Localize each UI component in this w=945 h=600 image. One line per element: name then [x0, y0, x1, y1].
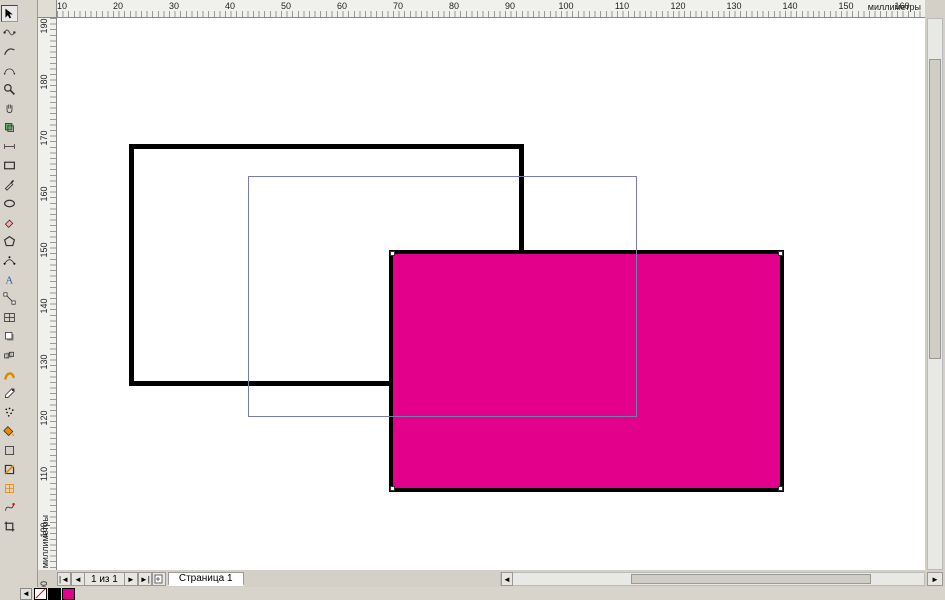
- ruler-tick-h: 120: [670, 1, 685, 11]
- scroll-right-button[interactable]: ►: [927, 572, 943, 586]
- ruler-tick-h: 140: [782, 1, 797, 11]
- spray-tool[interactable]: [1, 404, 18, 421]
- mesh-tool[interactable]: [1, 480, 18, 497]
- ruler-tick-v: 140: [39, 298, 49, 313]
- ruler-tick-h: 130: [726, 1, 741, 11]
- page-indicator: 1 из 1: [85, 572, 124, 586]
- drop-shadow-tool[interactable]: [1, 328, 18, 345]
- outline-tool[interactable]: [1, 461, 18, 478]
- table-tool[interactable]: [1, 309, 18, 326]
- ruler-corner: [38, 0, 57, 18]
- vertical-scrollbar[interactable]: [927, 18, 943, 570]
- ruler-tick-v: 120: [39, 410, 49, 425]
- ruler-tick-h: 50: [281, 1, 291, 11]
- ruler-tick-v: 190: [39, 18, 49, 33]
- ruler-tick-v: 130: [39, 354, 49, 369]
- ruler-tick-h: 60: [337, 1, 347, 11]
- rect-thin-blue-outline[interactable]: [248, 176, 637, 417]
- horizontal-ruler[interactable]: 102030405060708090100110120130140150160: [57, 0, 925, 18]
- eraser-tool[interactable]: [1, 214, 18, 231]
- swatch-black[interactable]: [48, 588, 61, 600]
- vertical-ruler[interactable]: 19018017016015014013012011010090: [38, 18, 57, 570]
- pan-tool[interactable]: [1, 100, 18, 117]
- ruler-tick-h: 80: [449, 1, 459, 11]
- ruler-tick-h: 20: [113, 1, 123, 11]
- selection-handle-ne[interactable]: [778, 251, 783, 256]
- swatch-none[interactable]: [34, 588, 47, 600]
- connector-tool[interactable]: [1, 290, 18, 307]
- three-pt-curve-tool[interactable]: [1, 252, 18, 269]
- ruler-tick-h: 150: [838, 1, 853, 11]
- ruler-tick-v: 150: [39, 242, 49, 257]
- page-navigation: |◄ ◄ 1 из 1 ► ►| Страница 1: [57, 572, 244, 586]
- ruler-tick-h: 10: [57, 1, 67, 11]
- page-tab[interactable]: Страница 1: [168, 572, 244, 586]
- ruler-units-label: миллиметры: [868, 2, 921, 12]
- ruler-tick-v: 170: [39, 130, 49, 145]
- polygon-tool[interactable]: [1, 233, 18, 250]
- vertical-scrollbar-thumb[interactable]: [929, 59, 941, 359]
- knife-tool[interactable]: [1, 176, 18, 193]
- crop-tool[interactable]: [1, 518, 18, 535]
- zoom-tool[interactable]: [1, 81, 18, 98]
- pick-tool[interactable]: [1, 5, 18, 22]
- horizontal-scrollbar[interactable]: ◄: [500, 572, 925, 586]
- transparency-tool[interactable]: [1, 442, 18, 459]
- fill-tool[interactable]: [1, 423, 18, 440]
- color-palette-bar: ◄: [0, 587, 945, 600]
- dimension-tool[interactable]: [1, 138, 18, 155]
- ruler-tick-v: 110: [39, 467, 49, 481]
- selection-handle-sw[interactable]: [390, 486, 395, 491]
- page-next-button[interactable]: ►: [124, 572, 138, 586]
- ruler-tick-h: 30: [169, 1, 179, 11]
- ruler-tick-h: 110: [615, 1, 629, 11]
- scroll-left-button[interactable]: ◄: [501, 572, 513, 586]
- ruler-units-label-v: миллиметры: [40, 515, 50, 568]
- ruler-tick-h: 70: [393, 1, 403, 11]
- swatch-magenta[interactable]: [62, 588, 75, 600]
- horizontal-scrollbar-thumb[interactable]: [631, 574, 871, 584]
- text-tool[interactable]: A: [1, 271, 18, 288]
- ellipse-tool[interactable]: [1, 195, 18, 212]
- shape-tool[interactable]: [1, 24, 18, 41]
- toolbox-panel: A: [0, 0, 38, 600]
- freehand-tool[interactable]: [1, 43, 18, 60]
- rectangle-tool[interactable]: [1, 157, 18, 174]
- palette-scroll-left[interactable]: ◄: [20, 588, 32, 600]
- ruler-tick-v: 180: [39, 74, 49, 89]
- canvas-area[interactable]: [57, 18, 925, 570]
- eyedropper-tool[interactable]: [1, 385, 18, 402]
- page-first-button[interactable]: |◄: [57, 572, 71, 586]
- artistic-media-tool[interactable]: [1, 366, 18, 383]
- page-add-button[interactable]: [152, 572, 166, 586]
- smart-drawing-tool[interactable]: [1, 499, 18, 516]
- ruler-tick-h: 40: [225, 1, 235, 11]
- page-last-button[interactable]: ►|: [138, 572, 152, 586]
- page-prev-button[interactable]: ◄: [71, 572, 85, 586]
- smart-fill-tool[interactable]: [1, 119, 18, 136]
- blend-tool[interactable]: [1, 347, 18, 364]
- ruler-tick-v: 160: [39, 186, 49, 201]
- svg-text:A: A: [5, 276, 13, 286]
- bezier-tool[interactable]: [1, 62, 18, 79]
- selection-handle-se[interactable]: [778, 486, 783, 491]
- ruler-tick-h: 100: [558, 1, 573, 11]
- ruler-tick-h: 90: [505, 1, 515, 11]
